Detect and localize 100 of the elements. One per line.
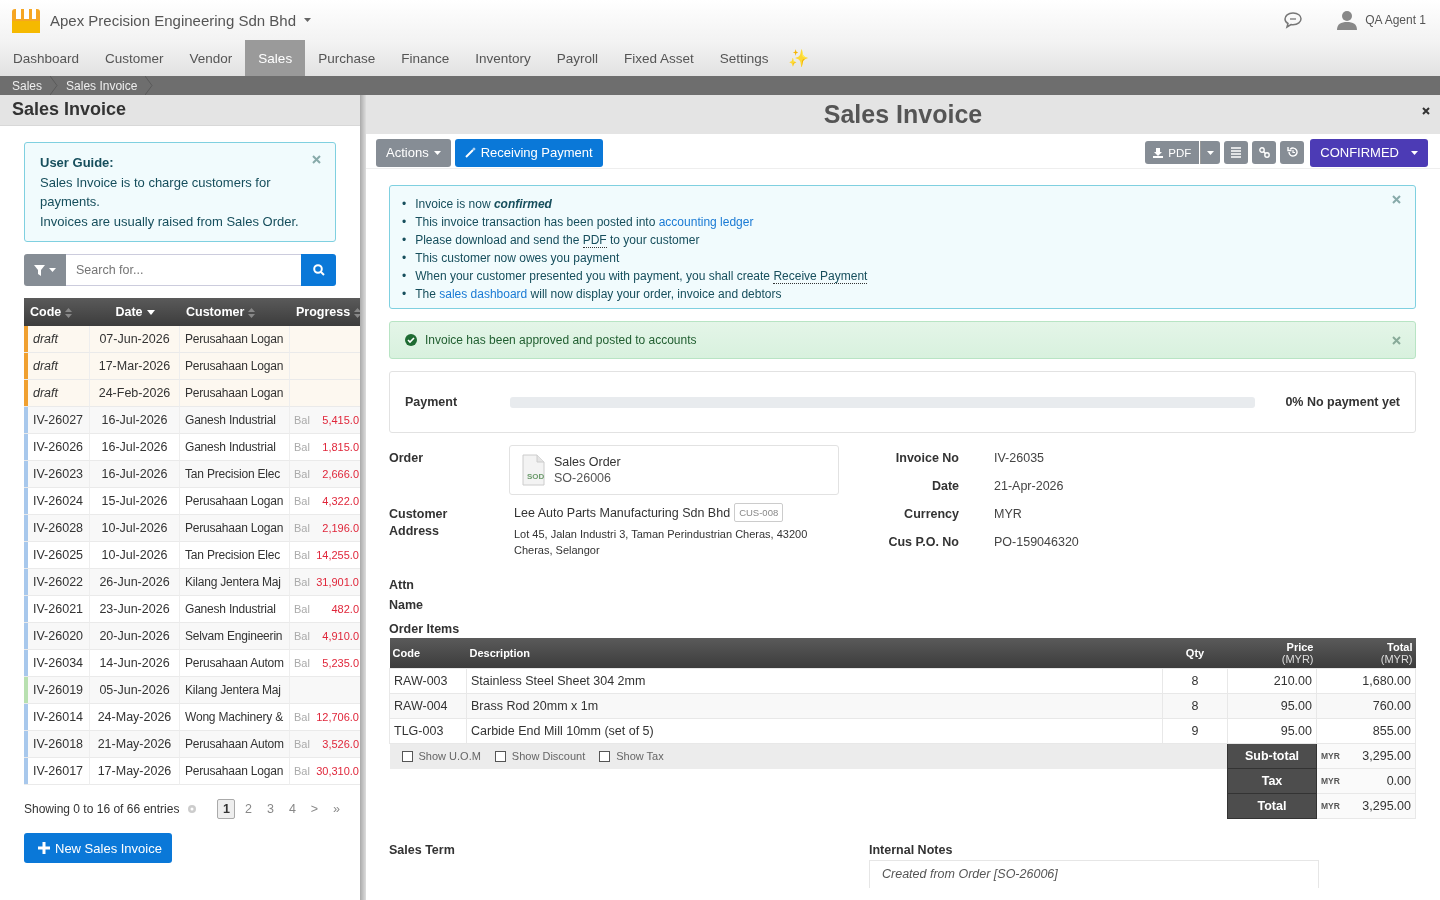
nav-tab[interactable]: Settings (706, 40, 782, 76)
search-field[interactable]: Search for... (66, 254, 301, 286)
notes-field[interactable]: Created from Order [SO-26006] (869, 860, 1319, 888)
currency-code: MYR (1321, 776, 1340, 786)
balance-label: Bal (294, 711, 311, 723)
nav-tab[interactable]: Dashboard (0, 40, 93, 76)
caret-icon (1411, 150, 1418, 155)
nav-tab[interactable]: Purchase (305, 40, 389, 76)
page-link[interactable]: 3 (261, 799, 280, 819)
bullet-mark: • (402, 232, 407, 249)
balance-amount: 12,706.0 (316, 711, 359, 723)
search-button[interactable] (301, 254, 336, 286)
receiving-payment-button[interactable]: Receiving Payment (454, 138, 603, 167)
table-cell: Carbide End Mill 10mm (set of 5) (466, 718, 1163, 744)
checkbox-option[interactable]: Show Discount (494, 750, 586, 762)
total-label: Total (1227, 793, 1317, 819)
column-header[interactable]: Progress (290, 298, 360, 326)
checkbox[interactable] (401, 750, 413, 762)
currency-code: MYR (1321, 751, 1340, 761)
new-invoice-button[interactable]: New Sales Invoice (24, 833, 172, 863)
guide-text: Sales Invoice is to charge customers for payments. (40, 173, 272, 211)
document-number: SO-26006 (554, 471, 612, 485)
page-link[interactable]: 4 (283, 799, 302, 819)
column-header[interactable]: Code (24, 298, 90, 326)
list-button[interactable] (1224, 141, 1249, 164)
text-link[interactable]: sales dashboard (439, 287, 528, 301)
order-card[interactable]: SOD Sales Order SO-26006 (509, 445, 839, 495)
table-cell: IV-26034 (33, 656, 84, 670)
table-cell: 20-Jun-2026 (90, 623, 180, 650)
field-value: PO-159046320 (994, 535, 1079, 549)
table-cell: TLG-003 (389, 718, 467, 744)
table-cell: IV-26020 (33, 629, 84, 643)
table-cell: Perusahaan Logan (180, 353, 290, 380)
payment-status: 0% No payment yet (1285, 395, 1400, 409)
nav-tab[interactable]: Inventory (462, 40, 544, 76)
close-icon (1422, 107, 1430, 115)
info-text: This customer now owes you payment (415, 250, 620, 267)
nav-tab[interactable]: Fixed Asset (611, 40, 707, 76)
table-cell: 10-Jul-2026 (90, 515, 180, 542)
field-value: MYR (994, 507, 1023, 521)
column-header[interactable]: Date (90, 298, 180, 326)
table-cell: Brass Rod 20mm x 1m (466, 693, 1163, 719)
table-cell: 16-Jul-2026 (90, 461, 180, 488)
checkbox[interactable] (599, 750, 611, 762)
table-cell: IV-26021 (33, 602, 84, 616)
column-header: Code (392, 647, 421, 659)
panel-title: Sales Invoice (823, 100, 983, 129)
table-cell: 95.00 (1227, 693, 1317, 719)
nav-tab[interactable]: Payroll (543, 40, 611, 76)
user-menu[interactable]: QA Agent 1 (1337, 10, 1426, 30)
page-link[interactable]: » (327, 799, 346, 819)
field-value: IV-26035 (994, 451, 1046, 465)
field-label: Attn (389, 577, 415, 592)
checkbox-option[interactable]: Show Tax (599, 750, 664, 762)
text-link[interactable]: Receive Payment (773, 269, 868, 284)
dropdown-toggle[interactable] (1200, 141, 1221, 164)
address-line: Lot 45, Jalan Industri 3, Taman Perindustrian Cheras, 43200 (514, 527, 808, 542)
link-icon (1258, 147, 1270, 158)
chat-icon (1283, 11, 1304, 29)
plus-icon (38, 842, 50, 854)
total-label: Sub-total (1227, 743, 1317, 769)
checkbox-option[interactable]: Show U.O.M (401, 750, 481, 762)
close-button[interactable] (1422, 107, 1430, 115)
caret-icon (433, 150, 441, 155)
pdf-button[interactable]: PDF (1145, 141, 1200, 164)
actions-button[interactable]: Actions (376, 138, 451, 167)
checkbox[interactable] (494, 750, 506, 762)
balance-amount: 5,415.0 (321, 414, 359, 426)
column-header: Qty (1184, 647, 1206, 659)
balance-label: Bal (294, 630, 311, 642)
list-icon (1230, 147, 1242, 158)
page-link[interactable]: > (305, 799, 324, 819)
breadcrumb-link[interactable]: Sales Invoice (58, 78, 146, 93)
table-cell: Ganesh Industrial (180, 407, 290, 434)
link-button[interactable] (1252, 141, 1277, 164)
download-icon (1153, 147, 1164, 158)
nav-tab[interactable]: Customer (92, 40, 177, 76)
breadcrumb-link[interactable]: Sales (12, 78, 51, 93)
page-link[interactable]: 2 (239, 799, 258, 819)
table-cell: RAW-003 (389, 668, 467, 694)
column-header[interactable]: Customer (180, 298, 290, 326)
status-dropdown[interactable]: CONFIRMED (1310, 138, 1428, 167)
balance-amount: 2,196.0 (321, 522, 359, 534)
caret-icon (304, 18, 311, 22)
page-link[interactable]: 1 (217, 799, 236, 819)
text-link[interactable]: accounting ledger (658, 215, 754, 229)
filter-button[interactable] (24, 254, 66, 286)
guide-title: User Guide: (40, 154, 115, 172)
text-link[interactable]: PDF (582, 233, 607, 248)
company-dropdown[interactable]: Apex Precision Engineering Sdn Bhd (50, 11, 311, 29)
document-icon (520, 454, 546, 486)
table-cell: IV-26023 (33, 467, 84, 481)
total-value: 3,295.00 (1362, 749, 1411, 763)
nav-tab[interactable]: Finance (388, 40, 463, 76)
entries-summary: Showing 0 to 16 of 66 entries (24, 802, 180, 816)
nav-tab[interactable]: Vendor (176, 40, 246, 76)
table-cell: 24-Feb-2026 (90, 380, 180, 407)
table-cell: IV-26024 (33, 494, 84, 508)
history-button[interactable] (1280, 141, 1305, 164)
info-text: When your customer presented you with payment, you shall create Receive Payment (415, 268, 868, 285)
